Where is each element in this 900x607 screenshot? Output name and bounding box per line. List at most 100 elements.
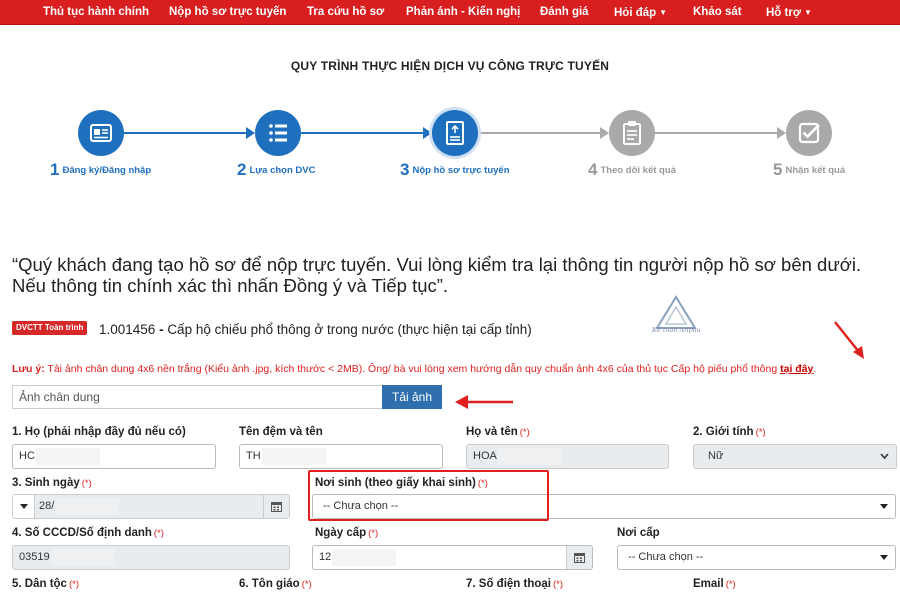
warning-suffix: .	[813, 363, 817, 375]
input-value: 03519	[19, 551, 50, 563]
noi-cap-select[interactable]: -- Chưa chọn --	[617, 545, 896, 570]
arrow-right-icon	[600, 127, 609, 139]
annotation-arrow-icon	[455, 395, 513, 409]
chevron-down-icon: ▼	[659, 8, 668, 17]
label-text: Tên đệm và tên	[239, 426, 323, 438]
step-text: Nộp hồ sơ trực tuyến	[412, 164, 510, 176]
step-number: 3	[400, 160, 410, 179]
redacted-mask	[497, 447, 562, 465]
step-connector	[478, 132, 605, 134]
nav-item-phan-anh-kien-nghi[interactable]: Phản ánh - Kiến nghị	[406, 0, 520, 25]
label-ngay-cap: Ngày cấp (*)	[315, 527, 378, 539]
label-ho-va-ten: Họ và tên (*)	[466, 426, 530, 438]
nav-item-nop-ho-so[interactable]: Nộp hồ sơ trực tuyến	[169, 0, 286, 25]
ten-dem-input[interactable]: TH	[239, 444, 443, 469]
service-type-badge: DVCTT Toàn trình	[12, 321, 88, 335]
nav-item-label: Đánh giá	[540, 6, 589, 18]
guide-link[interactable]: tại đây	[780, 363, 813, 375]
step-number: 5	[773, 160, 783, 179]
step-4-label[interactable]: 4 Theo dõi kết quả	[588, 160, 676, 180]
step-5-circle	[786, 110, 832, 156]
step-text: Theo dõi kết quả	[600, 164, 676, 176]
step-text: Lựa chọn DVC	[249, 164, 316, 176]
service-title: 1.001456 - Cấp hộ chiếu phổ thông ở tron…	[99, 322, 532, 337]
nav-item-khao-sat[interactable]: Khảo sát	[693, 0, 742, 25]
label-so-dien-thoai: 7. Số điện thoại (*)	[466, 578, 563, 590]
step-number: 1	[50, 160, 60, 179]
label-text: Email	[693, 578, 724, 590]
nav-item-danh-gia[interactable]: Đánh giá	[540, 0, 589, 25]
label-dan-toc: 5. Dân tộc (*)	[12, 578, 79, 590]
step-3-label[interactable]: 3 Nộp hồ sơ trực tuyến	[400, 160, 510, 180]
watermark-text: Kế toán Anpha	[652, 326, 701, 334]
label-text: Ngày cấp	[315, 527, 367, 539]
arrow-right-icon	[777, 127, 786, 139]
required-mark: (*)	[81, 478, 92, 489]
service-separator: -	[155, 322, 168, 337]
nav-item-ho-tro[interactable]: Hỗ trợ ▼	[766, 0, 812, 25]
service-name: Cấp hộ chiếu phổ thông ở trong nước (thự…	[167, 322, 532, 337]
nav-item-label: Phản ánh - Kiến nghị	[406, 6, 521, 18]
label-text: 5. Dân tộc	[12, 578, 67, 590]
ngay-cap-input[interactable]: 12	[312, 545, 593, 570]
input-value: HOA	[473, 450, 497, 462]
calendar-icon[interactable]	[263, 495, 289, 518]
notice-message: “Quý khách đang tạo hồ sơ để nộp trực tu…	[12, 254, 862, 296]
step-connector	[655, 132, 782, 134]
step-2-label[interactable]: 2 Lựa chọn DVC	[237, 160, 315, 180]
sinh-ngay-input[interactable]: 28/	[12, 494, 290, 519]
gioi-tinh-select[interactable]: Nữ	[693, 444, 897, 469]
step-connector	[301, 132, 428, 134]
step-text: Nhận kết quả	[785, 164, 846, 176]
required-mark: (*)	[552, 579, 564, 590]
step-connector	[124, 132, 251, 134]
nav-item-label: Tra cứu hồ sơ	[307, 6, 385, 18]
annotation-arrow-icon	[834, 321, 864, 359]
id-card-icon	[90, 124, 112, 142]
required-mark: (*)	[153, 528, 164, 539]
required-mark: (*)	[519, 427, 530, 438]
portrait-photo-input[interactable]: Ảnh chân dung	[12, 385, 382, 409]
label-text: 3. Sinh ngày	[12, 477, 80, 489]
so-cccd-input: 03519	[12, 545, 290, 570]
step-number: 4	[588, 160, 598, 179]
step-3-circle	[432, 110, 478, 156]
caret-down-icon	[880, 555, 888, 560]
ho-input[interactable]: HC	[12, 444, 216, 469]
check-icon	[798, 122, 820, 144]
calendar-icon[interactable]	[566, 546, 592, 569]
step-1-label[interactable]: 1 Đăng ký/Đăng nhập	[50, 160, 151, 180]
required-mark: (*)	[301, 579, 312, 590]
step-text: Đăng ký/Đăng nhập	[62, 164, 152, 176]
required-mark: (*)	[368, 528, 379, 539]
label-text: Họ và tên	[466, 426, 518, 438]
arrow-right-icon	[246, 127, 255, 139]
caret-down-icon	[13, 495, 35, 518]
label-gioi-tinh: 2. Giới tính (*)	[693, 426, 766, 438]
chevron-down-icon	[880, 453, 889, 460]
step-1-circle	[78, 110, 124, 156]
label-text: 1. Họ (phải nhập đầy đủ nếu có)	[12, 426, 186, 438]
nav-item-label: Hỗ trợ	[766, 7, 802, 19]
select-value: Nữ	[708, 450, 724, 462]
nav-item-thu-tuc-hanh-chinh[interactable]: Thủ tục hành chính	[43, 0, 149, 25]
label-noi-cap: Nơi cấp	[617, 527, 660, 539]
step-5-label[interactable]: 5 Nhận kết quả	[773, 160, 845, 180]
caret-down-icon	[880, 504, 888, 509]
upload-photo-button[interactable]: Tải ảnh	[382, 385, 442, 409]
step-2-circle	[255, 110, 301, 156]
label-text: 2. Giới tính	[693, 426, 754, 438]
label-text: 6. Tôn giáo	[239, 578, 300, 590]
required-mark: (*)	[68, 579, 79, 590]
warning-text: Tải ảnh chân dung 4x6 nền trắng (Kiểu ản…	[44, 363, 781, 375]
nav-item-hoi-dap[interactable]: Hỏi đáp ▼	[614, 0, 667, 25]
redacted-mask	[35, 447, 100, 465]
nav-item-label: Nộp hồ sơ trực tuyến	[169, 6, 287, 18]
nav-item-tra-cuu-ho-so[interactable]: Tra cứu hồ sơ	[307, 0, 384, 25]
input-value: TH	[246, 450, 261, 462]
ho-va-ten-input: HOA	[466, 444, 669, 469]
step-number: 2	[237, 160, 247, 179]
warning-prefix: Lưu ý:	[12, 363, 45, 375]
redacted-mask	[261, 447, 326, 465]
nav-item-label: Hỏi đáp	[614, 7, 657, 19]
